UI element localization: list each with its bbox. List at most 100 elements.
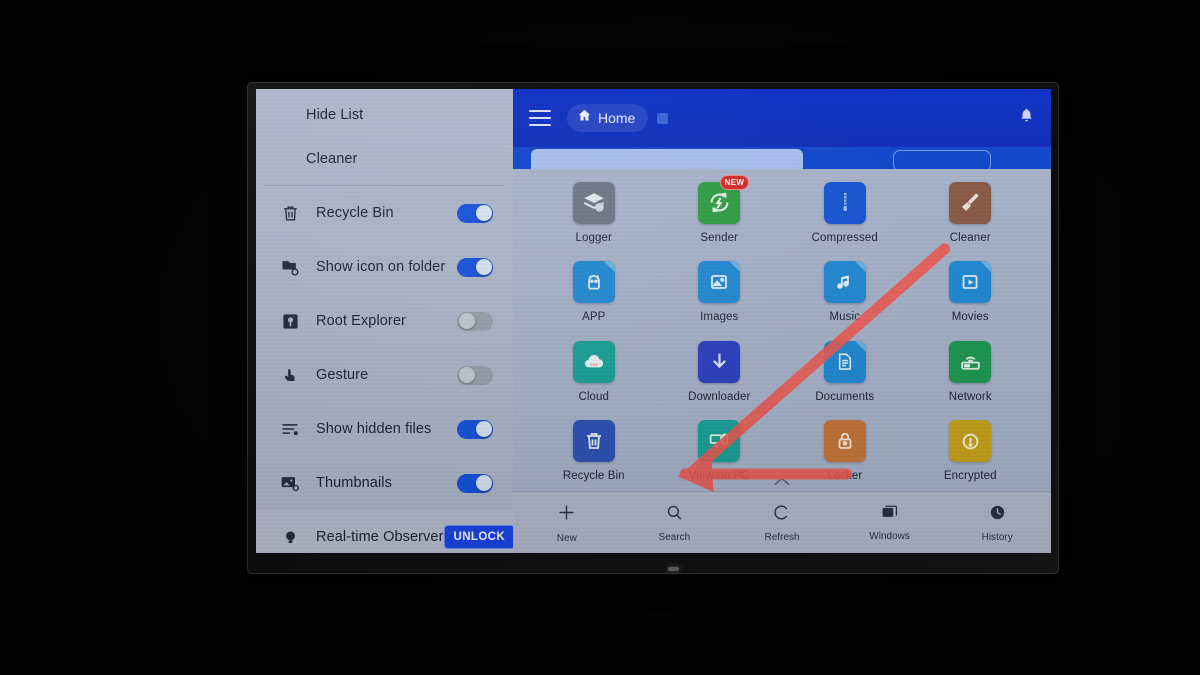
app-tile-app[interactable]: APP xyxy=(531,253,657,333)
toolbar-button-history[interactable]: History xyxy=(943,503,1051,543)
app-tile-recycle-bin[interactable]: Recycle Bin xyxy=(531,412,657,492)
app-tile-images[interactable]: Images xyxy=(657,253,783,333)
bell-icon[interactable] xyxy=(1018,107,1035,129)
app-tile-label: Documents xyxy=(815,390,875,403)
sidebar-item-label: Hide List xyxy=(306,107,364,123)
app-tile-label: Sender xyxy=(700,231,739,244)
cloud-icon xyxy=(572,340,615,383)
sidebar-item-show-hidden-files[interactable]: Show hidden files xyxy=(256,402,513,456)
toolbar-pill-clipped[interactable] xyxy=(893,150,991,169)
home-icon xyxy=(577,108,592,128)
toggle-gesture[interactable] xyxy=(457,365,493,385)
new-badge: NEW xyxy=(719,174,750,190)
play-icon xyxy=(949,261,992,304)
sidebar-item-label: Recycle Bin xyxy=(316,205,394,221)
toolbar-button-new[interactable]: New xyxy=(513,502,621,544)
app-tile-compressed[interactable]: Compressed xyxy=(782,173,908,253)
app-tile-label: Compressed xyxy=(811,231,878,244)
router-icon xyxy=(949,340,992,383)
chevron-up-icon[interactable] xyxy=(774,473,790,491)
toggle-show-hidden-files[interactable] xyxy=(457,419,493,439)
lines-gear-icon xyxy=(278,417,302,441)
breadcrumb[interactable]: Home xyxy=(567,104,649,132)
app-tile-locker[interactable]: Locker xyxy=(782,412,908,492)
toggle-root-explorer[interactable] xyxy=(457,311,493,331)
document-icon xyxy=(823,340,866,383)
app-header: Home xyxy=(513,89,1051,147)
app-tile-label: Logger xyxy=(575,231,612,244)
app-tile-logger[interactable]: Logger xyxy=(531,173,657,253)
toggle-show-icon-on-folder[interactable] xyxy=(457,257,493,277)
app-tile-label: Movies xyxy=(951,311,989,324)
app-tile-view-on-pc[interactable]: View on PC xyxy=(657,412,783,492)
sidebar-item-real-time-observer[interactable]: Real-time Observer UNLOCK xyxy=(256,510,516,553)
windows-stack-icon xyxy=(880,503,900,526)
sidebar-item-label: Cleaner xyxy=(306,151,358,167)
toolbar-button-label: New xyxy=(556,532,577,544)
sidebar-item-gesture[interactable]: Gesture xyxy=(256,348,513,402)
settings-sidebar: Hide List Cleaner Recycle Bin Show icon … xyxy=(256,89,516,553)
toolbar-button-label: History xyxy=(981,531,1013,543)
download-icon xyxy=(698,340,741,383)
bulb-icon xyxy=(278,525,302,549)
android-icon xyxy=(572,261,615,304)
app-tile-downloader[interactable]: Downloader xyxy=(657,332,783,412)
app-tile-documents[interactable]: Documents xyxy=(782,332,908,412)
search-bar-clipped[interactable] xyxy=(531,149,803,169)
sidebar-item-show-icon-on-folder[interactable]: Show icon on folder xyxy=(256,240,513,294)
sidebar-item-cleaner[interactable]: Cleaner xyxy=(256,137,513,181)
root-key-icon xyxy=(278,309,302,333)
search-icon xyxy=(665,503,684,527)
music-note-icon xyxy=(823,261,866,304)
plus-icon xyxy=(556,502,577,528)
screenshot-root: Hide List Cleaner Recycle Bin Show icon … xyxy=(0,0,1200,675)
app-tile-movies[interactable]: Movies xyxy=(908,253,1034,333)
toggle-thumbnails[interactable] xyxy=(457,473,493,493)
toolbar-button-search[interactable]: Search xyxy=(621,503,729,543)
toggle-recycle-bin[interactable] xyxy=(457,203,493,223)
sidebar-item-label: Real-time Observer xyxy=(316,529,444,545)
toolbar-button-refresh[interactable]: Refresh xyxy=(728,503,836,543)
send-sync-icon: NEW xyxy=(698,174,750,224)
image-gear-icon xyxy=(278,471,302,495)
screen-content: Hide List Cleaner Recycle Bin Show icon … xyxy=(256,89,1051,553)
clock-icon xyxy=(988,503,1007,527)
layers-icon xyxy=(572,181,615,224)
hamburger-icon[interactable] xyxy=(529,110,551,126)
app-tile-label: Cleaner xyxy=(949,231,991,244)
sidebar-item-label: Root Explorer xyxy=(316,313,406,329)
app-tile-label: Locker xyxy=(827,470,863,483)
app-tile-cloud[interactable]: Cloud xyxy=(531,332,657,412)
app-tile-label: Cloud xyxy=(578,390,610,403)
toolbar-button-label: Search xyxy=(658,531,691,543)
file-manager-main: Home Logger NEW Sender Compressed Cleane… xyxy=(513,89,1051,553)
monitor-phone-icon xyxy=(698,420,741,463)
app-grid: Logger NEW Sender Compressed Cleaner APP… xyxy=(513,169,1051,491)
app-tile-cleaner[interactable]: Cleaner xyxy=(908,173,1034,253)
sidebar-item-label: Show icon on folder xyxy=(316,259,446,275)
app-tile-encrypted[interactable]: Encrypted xyxy=(908,412,1034,492)
trash-icon xyxy=(278,201,302,225)
refresh-icon xyxy=(772,503,791,527)
unlock-button[interactable]: UNLOCK xyxy=(443,525,516,549)
app-tile-label: Music xyxy=(829,311,861,324)
sidebar-item-label: Thumbnails xyxy=(316,475,392,491)
app-tile-label: Downloader xyxy=(688,390,751,403)
sidebar-item-thumbnails[interactable]: Thumbnails xyxy=(256,456,513,510)
app-tile-music[interactable]: Music xyxy=(782,253,908,333)
app-tile-label: APP xyxy=(582,311,606,324)
sidebar-item-hide-list[interactable]: Hide List xyxy=(256,93,513,137)
app-tile-label: Images xyxy=(700,311,739,324)
hand-tap-icon xyxy=(278,363,302,387)
sidebar-item-label: Gesture xyxy=(316,367,369,383)
broom-icon xyxy=(949,181,992,224)
sidebar-item-recycle-bin[interactable]: Recycle Bin xyxy=(256,186,513,240)
bottom-toolbar: New Search Refresh Windows History xyxy=(513,491,1051,553)
app-tile-label: Encrypted xyxy=(943,470,997,483)
sidebar-item-root-explorer[interactable]: Root Explorer xyxy=(256,294,513,348)
key-lock-icon xyxy=(949,420,992,463)
app-tile-network[interactable]: Network xyxy=(908,332,1034,412)
toolbar-button-windows[interactable]: Windows xyxy=(836,503,944,542)
padlock-icon xyxy=(823,420,866,463)
app-tile-sender[interactable]: NEW Sender xyxy=(657,173,783,253)
